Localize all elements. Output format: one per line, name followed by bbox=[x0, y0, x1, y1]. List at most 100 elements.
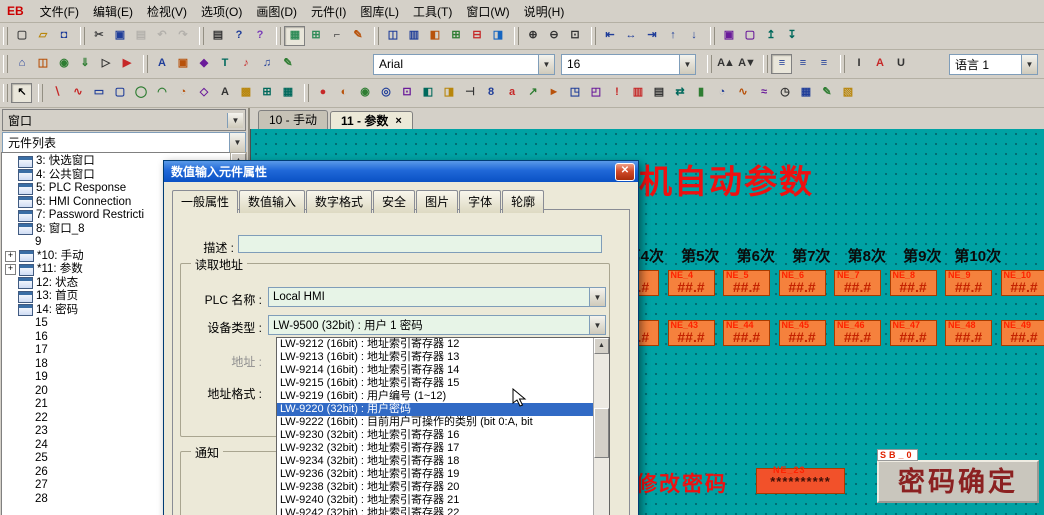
set-word-icon[interactable]: ◎ bbox=[375, 83, 396, 103]
data-transfer-icon[interactable]: ⇄ bbox=[669, 83, 690, 103]
menu-item[interactable]: 检视(V) bbox=[140, 0, 194, 23]
toolbar-grip[interactable] bbox=[3, 27, 8, 45]
menu-item[interactable]: 选项(O) bbox=[194, 0, 249, 23]
toolbar-grip[interactable] bbox=[80, 27, 85, 45]
numeric-display-cell[interactable]: ##.#NE_9 bbox=[945, 270, 992, 296]
toolbar-grip[interactable] bbox=[199, 27, 204, 45]
dropdown-item[interactable]: LW-9219 (16bit) : 用户编号 (1~12) bbox=[277, 390, 609, 403]
help-icon[interactable]: ? bbox=[228, 26, 249, 46]
new-window-icon[interactable]: ⊞ bbox=[445, 26, 466, 46]
select-pointer-icon[interactable]: ↖ bbox=[11, 83, 32, 103]
indirect-window-icon[interactable]: ◳ bbox=[564, 83, 585, 103]
alarm-display-icon[interactable]: ▥ bbox=[627, 83, 648, 103]
menu-item[interactable]: 工具(T) bbox=[406, 0, 459, 23]
dropdown-item[interactable]: LW-9238 (32bit) : 地址索引寄存器 20 bbox=[277, 481, 609, 494]
menu-item[interactable]: 图库(L) bbox=[353, 0, 406, 23]
font-color-icon[interactable]: A bbox=[869, 54, 890, 74]
redo-icon[interactable]: ↷ bbox=[172, 26, 193, 46]
window-tab[interactable]: 11 - 参数× bbox=[330, 111, 413, 130]
toolbar-grip[interactable] bbox=[707, 55, 712, 73]
expand-icon[interactable]: + bbox=[5, 264, 16, 275]
toggle-switch-icon[interactable]: ◧ bbox=[417, 83, 438, 103]
copy-icon[interactable]: ▣ bbox=[109, 26, 130, 46]
system-parameters-icon[interactable]: ⌂ bbox=[11, 54, 32, 74]
address-tag-icon[interactable]: ✎ bbox=[277, 54, 298, 74]
numeric-display-cell[interactable]: ##.#NE_8 bbox=[890, 270, 937, 296]
align-left-icon[interactable]: ⇤ bbox=[599, 26, 620, 46]
align-right-icon[interactable]: ⇥ bbox=[641, 26, 662, 46]
zoom-out-icon[interactable]: ⊖ bbox=[543, 26, 564, 46]
dialog-tab[interactable]: 安全 bbox=[373, 190, 415, 213]
dialog-tab[interactable]: 轮廓 bbox=[502, 190, 544, 213]
window-tree-icon[interactable]: ◫ bbox=[382, 26, 403, 46]
dialog-tab[interactable]: 图片 bbox=[416, 190, 458, 213]
toolbar-grip[interactable] bbox=[143, 55, 148, 73]
ascii-input-icon[interactable]: a bbox=[501, 83, 522, 103]
download-icon[interactable]: ⇓ bbox=[74, 54, 95, 74]
dialog-tab[interactable]: 数值输入 bbox=[239, 190, 305, 213]
underline-icon[interactable]: U bbox=[890, 54, 911, 74]
pen-icon[interactable]: ✎ bbox=[347, 26, 368, 46]
delete-window-icon[interactable]: ⊟ bbox=[466, 26, 487, 46]
font-size-combo[interactable]: 16 ▼ bbox=[561, 54, 696, 75]
numeric-display-cell[interactable]: ##.#NE_44 bbox=[723, 320, 770, 346]
toolbar-grip[interactable] bbox=[374, 27, 379, 45]
scrollbar-thumb[interactable] bbox=[594, 408, 609, 458]
numeric-display-cell[interactable]: ##.#NE_46 bbox=[834, 320, 881, 346]
chevron-down-icon[interactable]: ▼ bbox=[589, 288, 605, 306]
dropdown-item[interactable]: LW-9212 (16bit) : 地址索引寄存器 12 bbox=[277, 338, 609, 351]
keypad-icon[interactable]: ▦ bbox=[795, 83, 816, 103]
zoom-fit-icon[interactable]: ⊡ bbox=[564, 26, 585, 46]
context-help-icon[interactable]: ? bbox=[249, 26, 270, 46]
multi-state-switch-icon[interactable]: ◨ bbox=[438, 83, 459, 103]
language-combo[interactable]: 语言 1 ▼ bbox=[949, 54, 1038, 75]
animation-icon[interactable]: ► bbox=[543, 83, 564, 103]
new-file-icon[interactable]: ▢ bbox=[11, 26, 32, 46]
expand-icon[interactable]: + bbox=[5, 251, 16, 262]
toolbar-grip[interactable] bbox=[591, 27, 596, 45]
chevron-down-icon[interactable]: ▼ bbox=[1021, 55, 1037, 74]
dropdown-scrollbar[interactable]: ▲ ▼ bbox=[593, 338, 609, 515]
numeric-display-cell[interactable]: ##.#NE_47 bbox=[890, 320, 937, 346]
align-text-right-icon[interactable]: ≡ bbox=[813, 54, 834, 74]
scroll-up-icon[interactable]: ▲ bbox=[594, 338, 609, 354]
dropdown-item[interactable]: LW-9236 (32bit) : 地址索引寄存器 19 bbox=[277, 468, 609, 481]
toolbar-grip[interactable] bbox=[304, 84, 309, 102]
group-icon[interactable]: ▣ bbox=[718, 26, 739, 46]
meter-icon[interactable]: ◔ bbox=[711, 83, 732, 103]
bring-to-front-icon[interactable]: ↥ bbox=[760, 26, 781, 46]
set-bit-icon[interactable]: ◉ bbox=[354, 83, 375, 103]
chevron-down-icon[interactable]: ▼ bbox=[227, 113, 243, 128]
dialog-tab[interactable]: 一般属性 bbox=[172, 190, 238, 213]
dropdown-item[interactable]: LW-9230 (32bit) : 地址索引寄存器 16 bbox=[277, 429, 609, 442]
numeric-display-cell[interactable]: ##.#NE_49 bbox=[1001, 320, 1044, 346]
offline-simulation-icon[interactable]: ▷ bbox=[95, 54, 116, 74]
moving-shape-icon[interactable]: ↗ bbox=[522, 83, 543, 103]
toolbar-grip[interactable] bbox=[710, 27, 715, 45]
canvas-title-text[interactable]: 机自动参数 bbox=[639, 155, 814, 203]
trend-display-icon[interactable]: ∿ bbox=[732, 83, 753, 103]
shape-manager-icon[interactable]: ◆ bbox=[193, 54, 214, 74]
word-lamp-icon[interactable]: ◐ bbox=[333, 83, 354, 103]
paste-icon[interactable]: ▤ bbox=[130, 26, 151, 46]
dropdown-item[interactable]: LW-9232 (32bit) : 地址索引寄存器 17 bbox=[277, 442, 609, 455]
menu-item[interactable]: 元件(I) bbox=[304, 0, 353, 23]
italic-icon[interactable]: I bbox=[848, 54, 869, 74]
menu-item[interactable]: 画图(D) bbox=[249, 0, 304, 23]
align-text-center-icon[interactable]: ≡ bbox=[792, 54, 813, 74]
window-panel-header[interactable]: 窗口 ▼ bbox=[2, 109, 246, 131]
zoom-in-icon[interactable]: ⊕ bbox=[522, 26, 543, 46]
toolbar-grip[interactable] bbox=[276, 27, 281, 45]
clock-icon[interactable]: ◷ bbox=[774, 83, 795, 103]
plc-name-combo[interactable]: Local HMI ▼ bbox=[268, 287, 606, 307]
device-type-combo[interactable]: LW-9500 (32bit) : 用户 1 密码 ▼ bbox=[268, 315, 606, 335]
numeric-display-cell[interactable]: ##.#NE_4 bbox=[668, 270, 715, 296]
close-icon[interactable]: ✕ bbox=[615, 163, 635, 181]
window-preview-icon[interactable]: ◧ bbox=[424, 26, 445, 46]
toolbar-grip[interactable] bbox=[38, 84, 43, 102]
description-input[interactable] bbox=[238, 235, 602, 253]
sound-library-icon[interactable]: ♪ bbox=[235, 54, 256, 74]
picture-manager-icon[interactable]: ▣ bbox=[172, 54, 193, 74]
picture-icon[interactable]: ▩ bbox=[235, 83, 256, 103]
slider-icon[interactable]: ⊣ bbox=[459, 83, 480, 103]
